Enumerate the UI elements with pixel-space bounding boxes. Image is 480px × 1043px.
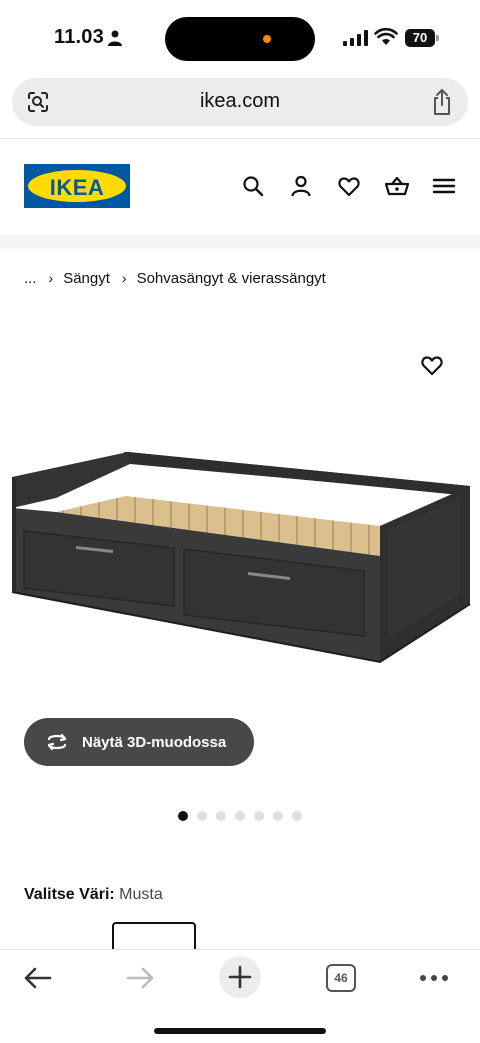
breadcrumb-ellipsis[interactable]: ...: [24, 270, 37, 287]
heart-icon[interactable]: [337, 174, 361, 198]
new-tab-button[interactable]: [219, 956, 261, 998]
status-time: 11.03: [54, 26, 104, 48]
header-separator: [0, 234, 480, 249]
more-icon[interactable]: [414, 962, 454, 994]
view-in-3d-label: Näytä 3D-muodossa: [82, 733, 227, 751]
carousel-dot[interactable]: [235, 811, 245, 821]
cellular-signal-icon: [343, 30, 368, 46]
logo-text: IKEA: [49, 175, 105, 200]
battery-indicator: 70: [405, 29, 439, 47]
color-label-text: Valitse Väri:: [24, 886, 115, 903]
search-icon[interactable]: [241, 174, 265, 198]
carousel-dot[interactable]: [216, 811, 226, 821]
carousel-dot[interactable]: [197, 811, 207, 821]
menu-icon[interactable]: [432, 174, 456, 198]
breadcrumb-item-sofa-beds[interactable]: Sohvasängyt & vierassängyt: [137, 270, 326, 287]
chevron-right-icon: ›: [48, 270, 54, 286]
ikea-logo[interactable]: IKEA: [24, 164, 130, 208]
address-bar[interactable]: ikea.com: [12, 78, 468, 126]
breadcrumb-item-beds[interactable]: Sängyt: [63, 270, 110, 287]
plus-icon: [228, 965, 252, 989]
recording-indicator: [263, 35, 271, 43]
basket-icon[interactable]: [385, 174, 409, 198]
browser-divider: [0, 138, 480, 139]
battery-level: 70: [405, 29, 435, 47]
url-text[interactable]: ikea.com: [12, 90, 468, 113]
person-status-icon: [108, 30, 122, 46]
image-carousel-indicator: [178, 811, 302, 821]
add-to-favourites-icon[interactable]: [420, 353, 444, 377]
product-image[interactable]: [8, 450, 472, 665]
color-selector-label: Valitse Väri: Musta: [24, 886, 163, 904]
tabs-icon[interactable]: 46: [326, 964, 356, 992]
dynamic-island: [165, 17, 315, 61]
carousel-dot[interactable]: [273, 811, 283, 821]
share-icon[interactable]: [430, 88, 454, 116]
status-bar: 11.03 70: [0, 0, 480, 72]
carousel-dot[interactable]: [178, 811, 188, 821]
carousel-dot[interactable]: [292, 811, 302, 821]
back-icon[interactable]: [18, 962, 58, 994]
forward-icon[interactable]: [120, 962, 160, 994]
view-in-3d-button[interactable]: Näytä 3D-muodossa: [24, 718, 254, 766]
color-value: Musta: [119, 886, 163, 903]
carousel-dot[interactable]: [254, 811, 264, 821]
battery-cap: [436, 35, 439, 41]
wifi-icon: [374, 28, 398, 45]
chevron-right-icon: ›: [121, 270, 127, 286]
breadcrumb: ... › Sängyt › Sohvasängyt & vierassängy…: [24, 268, 326, 288]
home-indicator[interactable]: [154, 1028, 326, 1034]
account-icon[interactable]: [289, 174, 313, 198]
rotate-3d-icon: [47, 733, 67, 751]
browser-toolbar: 46: [0, 949, 480, 1043]
